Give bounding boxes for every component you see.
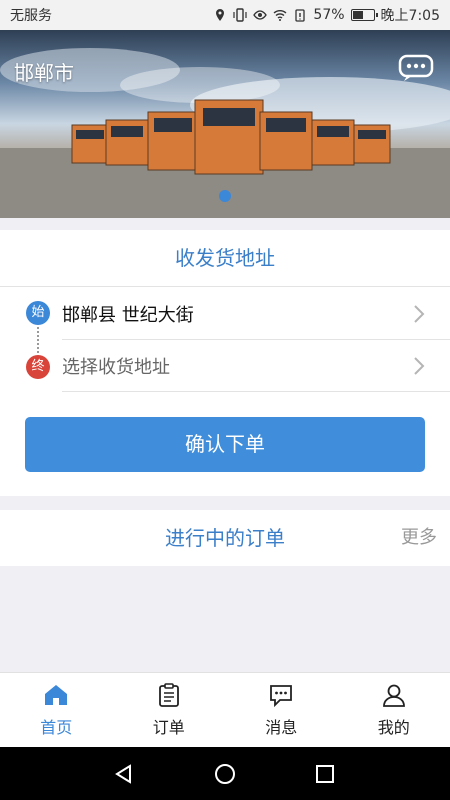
more-orders-link[interactable]: 更多 bbox=[401, 510, 437, 566]
end-address-placeholder: 选择收货地址 bbox=[62, 356, 170, 378]
orders-in-progress-header: 进行中的订单 更多 bbox=[0, 510, 450, 566]
address-card: 收发货地址 始 终 邯郸县 世纪大街 选择收货地址 确认下单 bbox=[0, 230, 450, 496]
battery-fill bbox=[352, 11, 364, 19]
home-icon bbox=[45, 685, 68, 705]
carousel-indicator-dot[interactable] bbox=[219, 190, 231, 202]
battery-percent: 57% bbox=[313, 7, 345, 23]
battery-icon bbox=[350, 9, 378, 21]
back-icon[interactable] bbox=[113, 763, 135, 785]
clipboard-icon bbox=[158, 683, 179, 707]
start-badge: 始 bbox=[26, 301, 50, 325]
system-navigation-bar bbox=[0, 747, 450, 800]
message-icon bbox=[270, 685, 293, 708]
vibrate-icon bbox=[233, 8, 248, 22]
start-address-text: 邯郸县 世纪大街 bbox=[62, 304, 194, 326]
address-section-title: 收发货地址 bbox=[0, 230, 450, 287]
tab-messages[interactable]: 消息 bbox=[225, 673, 338, 747]
end-badge: 终 bbox=[26, 355, 50, 379]
bottom-tab-bar: 首页 订单 消息 我的 bbox=[0, 672, 450, 747]
chat-bubble-icon[interactable] bbox=[398, 54, 434, 82]
clock-text: 晚上7:05 bbox=[380, 8, 440, 24]
banner-carousel[interactable]: 邯郸市 bbox=[0, 30, 450, 218]
wifi-icon bbox=[273, 10, 287, 21]
recents-square-icon[interactable] bbox=[314, 763, 336, 785]
tab-home-label: 首页 bbox=[40, 718, 73, 737]
user-icon bbox=[382, 684, 405, 707]
status-bar: 无服务 57% 晚上7:05 bbox=[0, 0, 450, 30]
route-connector bbox=[37, 327, 39, 353]
chevron-right-icon bbox=[414, 305, 425, 323]
end-address-row[interactable]: 选择收货地址 bbox=[62, 340, 450, 392]
tab-profile-label: 我的 bbox=[377, 718, 410, 737]
battery-alert-icon bbox=[295, 9, 306, 22]
city-selector[interactable]: 邯郸市 bbox=[14, 57, 74, 86]
start-address-row[interactable]: 邯郸县 世纪大街 bbox=[62, 288, 450, 340]
location-icon bbox=[216, 9, 225, 21]
confirm-order-button[interactable]: 确认下单 bbox=[25, 417, 425, 472]
status-icons: 57% 晚上7:05 bbox=[213, 5, 440, 25]
carrier-text: 无服务 bbox=[10, 8, 52, 24]
eye-icon bbox=[253, 10, 268, 20]
tab-messages-label: 消息 bbox=[265, 718, 298, 737]
tab-orders[interactable]: 订单 bbox=[113, 673, 226, 747]
chevron-right-icon bbox=[414, 357, 425, 375]
orders-in-progress-title: 进行中的订单 bbox=[165, 526, 285, 550]
tab-profile[interactable]: 我的 bbox=[338, 673, 450, 747]
tab-home[interactable]: 首页 bbox=[0, 673, 113, 747]
home-circle-icon[interactable] bbox=[214, 763, 236, 785]
tab-orders-label: 订单 bbox=[152, 718, 185, 737]
